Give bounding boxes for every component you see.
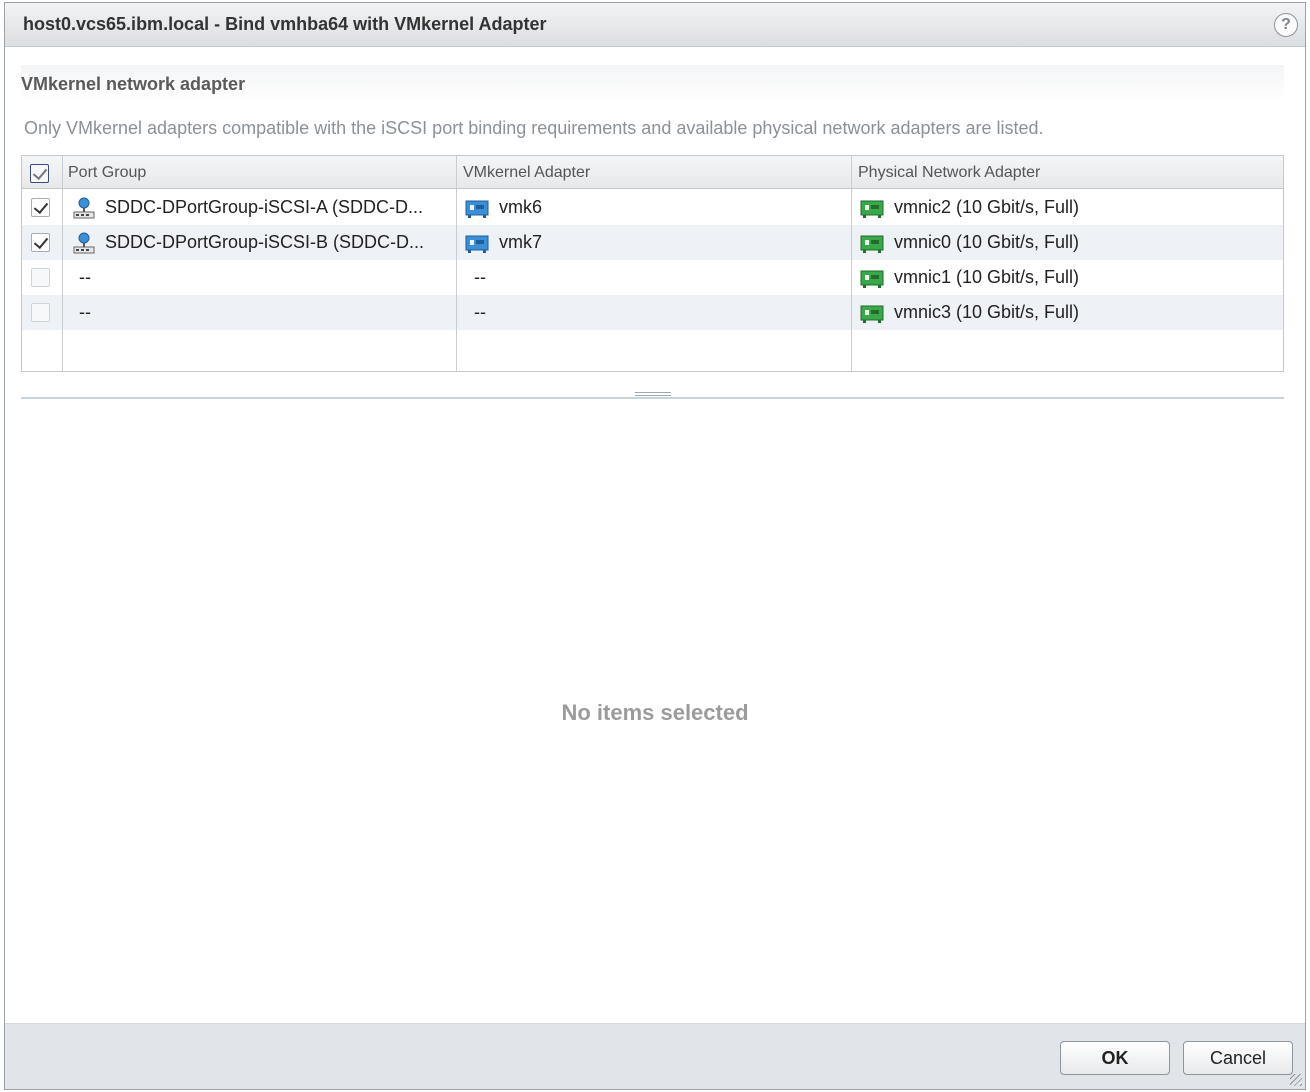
column-header-vmkernel-adapter[interactable]: VMkernel Adapter bbox=[463, 156, 590, 189]
port-group-cell: SDDC-DPortGroup-iSCSI-A (SDDC-D... bbox=[105, 197, 424, 217]
physical-adapter-cell: vmnic2 (10 Gbit/s, Full) bbox=[894, 197, 1080, 217]
dialog-footer: OK Cancel bbox=[5, 1023, 1305, 1089]
details-empty-text: No items selected bbox=[561, 700, 749, 725]
distributed-port-group-icon bbox=[73, 197, 95, 219]
row-checkbox[interactable] bbox=[31, 233, 50, 252]
column-divider[interactable] bbox=[456, 156, 457, 371]
section-header: VMkernel network adapter bbox=[21, 65, 1284, 103]
physical-adapter-cell: vmnic3 (10 Gbit/s, Full) bbox=[894, 302, 1080, 322]
table-header: Port Group VMkernel Adapter Physical Net… bbox=[22, 156, 1283, 189]
table-row[interactable]: SDDC-DPortGroup-iSCSI-A (SDDC-D... vmk6 … bbox=[22, 190, 1283, 225]
column-divider[interactable] bbox=[851, 156, 852, 371]
column-header-port-group[interactable]: Port Group bbox=[68, 156, 146, 189]
table-row[interactable]: -- -- vmnic1 (10 Gbit/s, Full) bbox=[22, 260, 1283, 295]
splitter-grip-icon[interactable] bbox=[635, 392, 671, 400]
info-text: Only VMkernel adapters compatible with t… bbox=[24, 118, 1044, 138]
dialog-title: host0.vcs65.ibm.local - Bind vmhba64 wit… bbox=[23, 14, 547, 34]
title-bar: host0.vcs65.ibm.local - Bind vmhba64 wit… bbox=[5, 3, 1305, 47]
row-checkbox[interactable] bbox=[31, 268, 50, 287]
help-icon[interactable]: ? bbox=[1274, 13, 1298, 37]
vmkernel-adapter-cell: -- bbox=[474, 267, 486, 287]
physical-nic-icon bbox=[860, 270, 884, 288]
select-all-checkbox[interactable] bbox=[30, 164, 49, 183]
row-checkbox[interactable] bbox=[31, 303, 50, 322]
column-divider bbox=[62, 156, 63, 371]
physical-adapter-cell: vmnic0 (10 Gbit/s, Full) bbox=[894, 232, 1080, 252]
cancel-button[interactable]: Cancel bbox=[1183, 1041, 1293, 1075]
row-checkbox[interactable] bbox=[31, 198, 50, 217]
port-group-cell: SDDC-DPortGroup-iSCSI-B (SDDC-D... bbox=[105, 232, 425, 252]
table-row[interactable]: SDDC-DPortGroup-iSCSI-B (SDDC-D... vmk7 … bbox=[22, 225, 1283, 260]
vmkernel-adapter-icon bbox=[465, 235, 489, 253]
vmkernel-adapter-icon bbox=[465, 200, 489, 218]
vmkernel-adapter-cell: vmk6 bbox=[499, 197, 543, 217]
column-header-physical-network-adapter[interactable]: Physical Network Adapter bbox=[858, 156, 1040, 189]
vmkernel-adapter-cell: vmk7 bbox=[499, 232, 543, 252]
physical-adapter-cell: vmnic1 (10 Gbit/s, Full) bbox=[894, 267, 1080, 287]
port-group-cell: -- bbox=[79, 302, 91, 322]
adapter-table: Port Group VMkernel Adapter Physical Net… bbox=[21, 155, 1284, 372]
port-group-cell: -- bbox=[79, 267, 91, 287]
table-row-empty bbox=[22, 330, 1283, 365]
bind-vmkernel-dialog: host0.vcs65.ibm.local - Bind vmhba64 wit… bbox=[4, 2, 1306, 1090]
ok-button[interactable]: OK bbox=[1060, 1041, 1170, 1075]
physical-nic-icon bbox=[860, 305, 884, 323]
physical-nic-icon bbox=[860, 200, 884, 218]
physical-nic-icon bbox=[860, 235, 884, 253]
table-row[interactable]: -- -- vmnic3 (10 Gbit/s, Full) bbox=[22, 295, 1283, 330]
section-title: VMkernel network adapter bbox=[21, 74, 246, 94]
distributed-port-group-icon bbox=[73, 232, 95, 254]
resize-handle-icon[interactable] bbox=[1290, 1074, 1302, 1086]
vmkernel-adapter-cell: -- bbox=[474, 302, 486, 322]
